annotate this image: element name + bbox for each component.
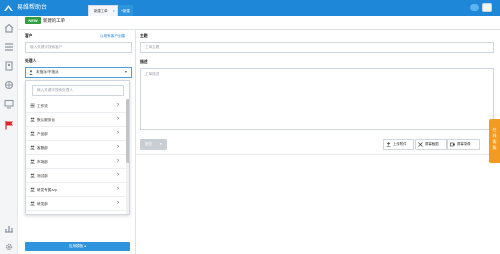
workflow-icon — [30, 103, 35, 108]
list-item-label: 研发专属zzp — [37, 188, 57, 192]
assignee-select[interactable]: 未指派/不指派 ▾ — [25, 67, 132, 78]
subject-label: 主题 — [140, 34, 148, 38]
customer-search-input[interactable]: 输入关键字搜索客户 — [25, 42, 132, 53]
list-item[interactable]: 客服部 › — [26, 141, 126, 155]
upload-icon — [386, 142, 391, 147]
group-icon — [30, 145, 35, 150]
assignee-dropdown: 输入关键字搜索处理人 工作流 › 默认服务台 › 产品部 › 客服部 › 市场部… — [25, 80, 130, 215]
list-item[interactable]: 工作流 › — [26, 99, 126, 113]
page-title: 新建的工单 — [43, 18, 65, 23]
chevron-right-icon: › — [117, 172, 119, 178]
list-item-label: 市场部 — [37, 160, 48, 164]
submit-label: 提交 — [145, 142, 153, 146]
group-icon — [30, 201, 35, 206]
submit-button[interactable]: 提交 ▾ — [140, 139, 167, 150]
list-item[interactable]: 研发部 › — [26, 197, 126, 211]
screenshot-button[interactable]: 屏幕截图 — [415, 139, 447, 150]
sidebar — [0, 16, 18, 254]
screen-record-button[interactable]: 屏幕录像 — [447, 139, 480, 150]
panel-divider — [135, 30, 136, 254]
tab-new-ticket[interactable]: 新建工单 × — [88, 5, 118, 16]
list-item-label: 产品部 — [37, 132, 48, 136]
divider — [136, 154, 500, 155]
list-item-label: 默认服务台 — [37, 118, 55, 122]
video-icon — [450, 142, 455, 147]
divider — [18, 29, 500, 30]
chevron-right-icon: › — [117, 158, 119, 164]
subject-input[interactable]: 工单主题 — [140, 42, 494, 53]
list-item[interactable]: 市场部 › — [26, 155, 126, 169]
stats-icon[interactable] — [3, 80, 15, 90]
list-item-label: 测试部 — [37, 174, 48, 178]
report-icon[interactable] — [3, 223, 15, 233]
online-support-label: 在线客服 — [492, 127, 497, 150]
group-icon — [30, 131, 35, 136]
tab-label: 新建工单 — [94, 9, 108, 13]
existing-customer-link[interactable]: 以现有客户创建 — [100, 34, 125, 39]
chat-icon[interactable] — [470, 4, 479, 11]
contacts-icon[interactable] — [3, 61, 15, 71]
list-item[interactable]: 测试部 › — [26, 169, 126, 183]
user-icon — [29, 70, 33, 75]
list-icon[interactable] — [3, 42, 15, 52]
assignee-search-input[interactable]: 输入关键字搜索处理人 — [32, 85, 124, 96]
dropdown-scrollbar[interactable] — [126, 99, 129, 214]
add-tab-button[interactable]: +新建 — [118, 5, 133, 16]
upload-attachment-button[interactable]: 上传附件 — [383, 139, 414, 150]
chevron-down-icon[interactable]: ▾ — [160, 139, 162, 150]
record-label: 屏幕录像 — [457, 142, 471, 146]
list-item-label: 工作流 — [37, 104, 48, 108]
group-icon — [30, 187, 35, 192]
flag-icon[interactable] — [3, 120, 15, 130]
customer-label: 客户 — [25, 34, 33, 38]
top-bar: 易维帮助台 新建工单 × +新建 — [0, 0, 500, 16]
screenshot-label: 屏幕截图 — [425, 142, 439, 146]
list-item-label: 客服部 — [37, 146, 48, 150]
monitor-icon[interactable] — [3, 99, 15, 109]
avatar[interactable] — [482, 3, 492, 12]
chevron-right-icon: › — [117, 130, 119, 136]
chevron-right-icon: › — [117, 144, 119, 150]
list-item[interactable]: 产品部 › — [26, 127, 126, 141]
gear-icon[interactable] — [3, 242, 15, 252]
upload-label: 上传附件 — [393, 142, 407, 146]
chevron-right-icon: › — [117, 200, 119, 206]
home-icon[interactable] — [3, 23, 15, 33]
description-textarea[interactable]: 工单描述 — [140, 68, 494, 130]
assignee-value: 未指派/不指派 — [36, 70, 59, 74]
description-label: 描述 — [140, 60, 148, 64]
app-title: 易维帮助台 — [17, 5, 48, 11]
chevron-right-icon: › — [117, 102, 119, 108]
group-icon — [30, 159, 35, 164]
list-item[interactable]: 默认服务台 › — [26, 113, 126, 127]
new-badge: NEW — [25, 17, 41, 24]
list-item[interactable]: 研发专属zzp › — [26, 183, 126, 197]
chevron-down-icon: ▾ — [125, 70, 127, 74]
group-icon — [30, 173, 35, 178]
group-icon — [30, 117, 35, 122]
chevron-right-icon: › — [117, 116, 119, 122]
assignee-label: 处理人 — [25, 59, 37, 63]
list-item-label: 研发部 — [37, 202, 48, 206]
apply-template-button[interactable]: 应用模板 ▴ — [25, 242, 130, 251]
close-icon[interactable]: × — [113, 6, 115, 16]
scissors-icon — [418, 142, 423, 147]
chevron-right-icon: › — [117, 186, 119, 192]
logo-icon — [4, 5, 13, 11]
scrollbar-thumb[interactable] — [126, 99, 129, 163]
online-support-tab[interactable]: 在线客服 — [489, 119, 500, 163]
